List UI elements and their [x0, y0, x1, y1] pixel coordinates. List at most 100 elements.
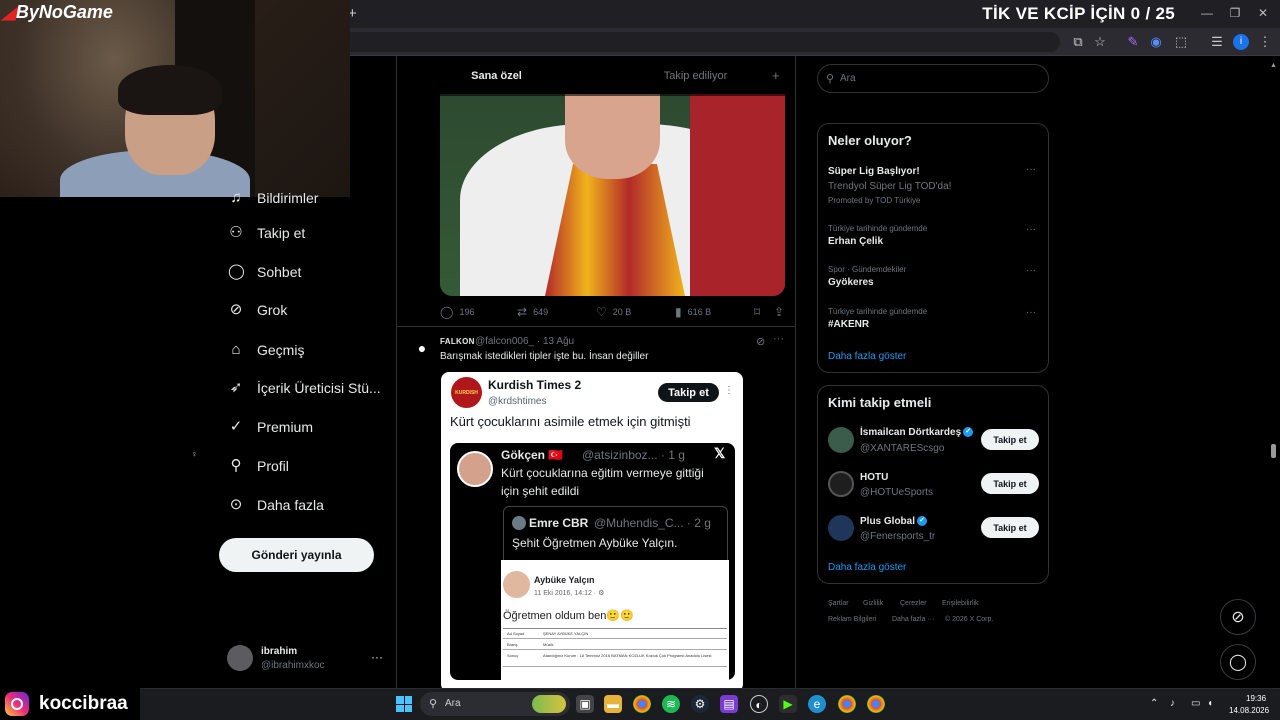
- add-tab-icon[interactable]: +: [772, 68, 780, 83]
- clock-date[interactable]: 14.08.2026: [1229, 706, 1269, 715]
- avatar[interactable]: [828, 515, 854, 541]
- trend-title[interactable]: Gyökeres: [828, 277, 874, 288]
- chrome-icon[interactable]: [867, 695, 885, 713]
- tray-overflow-icon[interactable]: ⌃: [1150, 698, 1158, 709]
- tab-following[interactable]: Takip ediliyor: [596, 56, 795, 96]
- pen-extension-icon[interactable]: ✎: [1125, 34, 1141, 50]
- share-action[interactable]: ⇪: [774, 305, 784, 319]
- nav-chat[interactable]: ◯ Sohbet: [228, 259, 301, 285]
- account-name[interactable]: ibrahim: [261, 646, 297, 657]
- nav-grok[interactable]: ⊘ Grok: [228, 297, 288, 323]
- nav-bookmarks[interactable]: ⌂ Geçmiş: [228, 337, 304, 363]
- browser-menu-icon[interactable]: ⋮: [1257, 34, 1273, 50]
- nav-profile[interactable]: ⚲ Profil: [228, 453, 289, 479]
- steam-icon[interactable]: ⚙: [691, 695, 709, 713]
- tweet-author-handle[interactable]: @falcon006_ · 13 Ağu: [475, 336, 574, 347]
- retweet-action[interactable]: ⇄ 649: [517, 305, 548, 319]
- scroll-up-icon[interactable]: ▲: [1270, 62, 1277, 69]
- nav-creator-studio[interactable]: ➶ İçerik Üreticisi Stü...: [228, 375, 381, 401]
- show-more-link[interactable]: Daha fazla göster: [828, 351, 906, 362]
- trend-title[interactable]: Süper Lig Başlıyor!: [828, 166, 920, 177]
- footer-link[interactable]: Çerezler: [900, 600, 926, 607]
- task-view-icon[interactable]: ▣: [576, 695, 594, 713]
- quoted-text-line: Kürt çocuklarına eğitim vermeye gittiği: [501, 466, 704, 480]
- search-placeholder: Ara: [840, 73, 856, 84]
- taskbar-search-text: Ara: [445, 698, 461, 709]
- like-action[interactable]: ♡ 20 B: [596, 305, 631, 319]
- account-more-icon[interactable]: ···: [371, 650, 383, 664]
- volume-icon[interactable]: ◖: [1207, 698, 1213, 709]
- chrome-icon[interactable]: [838, 695, 856, 713]
- table-row: Sonuç Atandığınız Kurum : 18 Temmuz 2016 …: [503, 651, 727, 667]
- reading-list-icon[interactable]: ☰: [1209, 34, 1225, 50]
- clock-time[interactable]: 19:36: [1246, 694, 1266, 703]
- kick-icon[interactable]: ▶: [779, 695, 797, 713]
- trend-title[interactable]: #AKENR: [828, 319, 869, 330]
- nav-follow[interactable]: ⚇ Takip et: [228, 220, 305, 246]
- install-app-icon[interactable]: ⧉: [1070, 34, 1086, 50]
- footer-link[interactable]: Gizlilik: [863, 600, 883, 607]
- audio-extension-icon[interactable]: ◉: [1148, 34, 1164, 50]
- grok-icon[interactable]: ⊘: [756, 335, 765, 348]
- spotify-icon[interactable]: ≋: [662, 695, 680, 713]
- avatar[interactable]: [227, 645, 253, 671]
- maximize-icon[interactable]: ❐: [1227, 6, 1243, 22]
- trend-more-icon[interactable]: ···: [1026, 265, 1036, 276]
- avatar[interactable]: [828, 471, 854, 497]
- scrollbar[interactable]: [1271, 444, 1276, 458]
- app-icon[interactable]: ▤: [720, 695, 738, 713]
- messages-fab-icon[interactable]: ◯: [1220, 644, 1256, 680]
- extensions-icon[interactable]: ⬚: [1173, 34, 1189, 50]
- microphone-icon[interactable]: ♪: [1170, 698, 1175, 709]
- footer-link[interactable]: Reklam Bilgileri: [828, 616, 876, 623]
- account-handle[interactable]: @ibrahimxkoc: [261, 660, 325, 671]
- follow-button[interactable]: Takip et: [981, 473, 1039, 494]
- show-more-link[interactable]: Daha fazla göster: [828, 562, 906, 573]
- minimize-icon[interactable]: —: [1199, 6, 1215, 22]
- star-icon[interactable]: ☆: [1092, 34, 1108, 50]
- nav-premium[interactable]: ✓ Premium: [228, 414, 313, 440]
- follow-button[interactable]: Takip et: [981, 429, 1039, 450]
- suggestion-name[interactable]: Plus Global ✓: [860, 516, 928, 527]
- post-button[interactable]: Gönderi yayınla: [219, 538, 374, 572]
- trend-more-icon[interactable]: ···: [1026, 307, 1036, 318]
- tweet-photo[interactable]: [440, 94, 785, 296]
- nested-text: Şehit Öğretmen Aybüke Yalçın.: [512, 536, 678, 550]
- tweet-author-name[interactable]: FALKON: [440, 337, 475, 346]
- windows-start-icon[interactable]: [396, 696, 412, 712]
- footer-link[interactable]: Erişilebilirlik: [942, 600, 979, 607]
- bookmark-action[interactable]: ⌑: [754, 305, 760, 319]
- suggestion-name[interactable]: HOTU: [860, 472, 888, 483]
- webcam-overlay: [0, 0, 350, 197]
- trend-more-icon[interactable]: ···: [1026, 164, 1036, 175]
- suggestion-handle[interactable]: @Fenersports_tr: [860, 531, 935, 542]
- trend-more-icon[interactable]: ···: [1026, 224, 1036, 235]
- nav-more[interactable]: ⊙ Daha fazla: [228, 492, 324, 518]
- tweet-more-icon[interactable]: ···: [773, 333, 784, 345]
- bookmark-icon: ⌂: [231, 341, 241, 358]
- display-icon[interactable]: ▭: [1191, 698, 1200, 709]
- close-icon[interactable]: ✕: [1255, 6, 1271, 22]
- trend-title[interactable]: Erhan Çelik: [828, 236, 883, 247]
- stream-title-overlay: TİK VE KCİP İÇİN 0 / 25: [982, 4, 1175, 23]
- reply-action[interactable]: ◯ 196: [440, 305, 474, 319]
- address-bar[interactable]: [300, 32, 1060, 52]
- chrome-icon[interactable]: [633, 695, 651, 713]
- tab-for-you[interactable]: Sana özel: [397, 56, 596, 96]
- profile-icon[interactable]: i: [1233, 34, 1249, 50]
- views-action[interactable]: ▮ 616 B: [675, 305, 711, 319]
- suggestion-handle[interactable]: @HOTUeSports: [860, 487, 933, 498]
- embed-more-icon: ⋮: [724, 385, 734, 396]
- grok-fab-icon[interactable]: ⊘: [1220, 599, 1256, 635]
- file-explorer-icon[interactable]: ▬: [604, 695, 622, 713]
- suggestion-name[interactable]: İsmailcan Dörtkardeş ✓: [860, 427, 974, 438]
- edge-icon[interactable]: e: [808, 695, 826, 713]
- avatar[interactable]: ●: [413, 340, 431, 358]
- follow-button[interactable]: Takip et: [981, 517, 1039, 538]
- footer-link[interactable]: Daha fazla ···: [892, 616, 934, 623]
- suggestion-handle[interactable]: @XANTAREScsgo: [860, 443, 944, 454]
- avatar[interactable]: [828, 427, 854, 453]
- obs-icon[interactable]: ◐: [750, 695, 768, 713]
- nav-notifications[interactable]: ♫ Bildirimler: [228, 185, 318, 211]
- footer-link[interactable]: Şartlar: [828, 600, 849, 607]
